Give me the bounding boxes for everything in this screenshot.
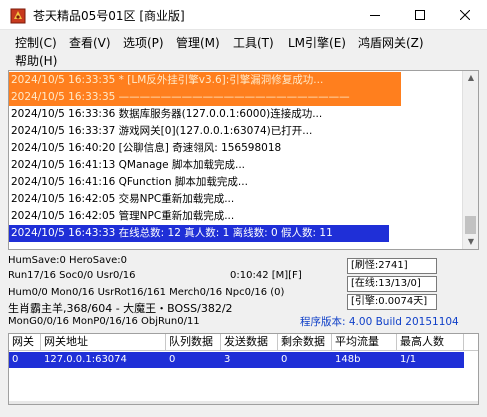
log-line-selected[interactable]: 2024/10/5 16:43:33 在线总数: 12 真人数: 1 离线数: … bbox=[9, 225, 389, 242]
menu-tools[interactable]: 工具(T) bbox=[233, 34, 274, 51]
log-line[interactable]: 2024/10/5 16:41:16 QFunction 脚本加载完成... bbox=[11, 174, 248, 191]
scroll-thumb[interactable] bbox=[465, 216, 476, 234]
table-cell: 0 bbox=[169, 354, 176, 365]
monster-refresh-box: [刷怪:2741] bbox=[347, 258, 437, 274]
engine-uptime-box: [引擎:0.0074天] bbox=[347, 294, 437, 310]
table-header: 网关 网关地址 队列数据 发送数据 剩余数据 平均流量 最高人数 bbox=[9, 334, 478, 351]
maximize-button[interactable] bbox=[397, 0, 442, 30]
log-panel[interactable]: 2024/10/5 16:33:35 * [LM反外挂引擎v3.6]:引擎漏洞修… bbox=[8, 70, 479, 250]
table-cell: 3 bbox=[224, 354, 231, 365]
table-scrollbar[interactable] bbox=[9, 401, 478, 404]
status-hum: Hum0/0 Mon0/16 UsrRot16/161 Merch0/16 Np… bbox=[8, 287, 285, 298]
status-uptime: 0:10:42 [M][F] bbox=[230, 270, 302, 281]
close-button[interactable] bbox=[442, 0, 487, 30]
log-line[interactable]: 2024/10/5 16:40:20 [公聊信息] 奇速翎风: 15659801… bbox=[11, 140, 281, 157]
minimize-button[interactable] bbox=[352, 0, 397, 30]
log-line[interactable]: 2024/10/5 16:33:37 游戏网关[0](127.0.0.1:630… bbox=[11, 123, 312, 140]
online-count-box: [在线:13/13/0] bbox=[347, 276, 437, 292]
title-bar[interactable]: 苍天精品05号01区 [商业版] bbox=[0, 0, 487, 30]
column-header[interactable]: 网关地址 bbox=[41, 334, 166, 351]
menu-bar: 控制(C) 查看(V) 选项(P) 管理(M) 工具(T) LM引擎(E) 鸿盾… bbox=[0, 30, 487, 68]
close-icon bbox=[459, 10, 470, 20]
table-cell: 148b bbox=[335, 354, 361, 365]
log-line[interactable]: 2024/10/5 16:42:05 管理NPC重新加载完成... bbox=[11, 208, 234, 225]
log-scrollbar[interactable]: ▲ ▼ bbox=[462, 71, 478, 249]
log-line[interactable]: 2024/10/5 16:33:35 —————————————————————… bbox=[9, 89, 401, 106]
minimize-icon bbox=[369, 15, 380, 16]
menu-manage[interactable]: 管理(M) bbox=[176, 34, 220, 51]
status-run: Run17/16 Soc0/0 Usr0/16 bbox=[8, 270, 136, 281]
menu-options[interactable]: 选项(P) bbox=[123, 34, 164, 51]
table-row[interactable]: 0 127.0.0.1:63074 0 3 0 148b 1/1 bbox=[9, 352, 464, 368]
log-line[interactable]: 2024/10/5 16:41:13 QManage 脚本加载完成... bbox=[11, 157, 245, 174]
menu-lm-engine[interactable]: LM引擎(E) bbox=[288, 34, 346, 51]
column-header[interactable]: 最高人数 bbox=[397, 334, 464, 351]
column-header[interactable]: 队列数据 bbox=[166, 334, 221, 351]
version-label: 程序版本: 4.00 Build 20151104 bbox=[300, 316, 459, 328]
menu-view[interactable]: 查看(V) bbox=[69, 34, 111, 51]
table-cell: 0 bbox=[12, 354, 19, 365]
status-save: HumSave:0 HeroSave:0 bbox=[8, 255, 128, 266]
log-line[interactable]: 2024/10/5 16:42:05 交易NPC重新加载完成... bbox=[11, 191, 234, 208]
menu-hongdun-gateway[interactable]: 鸿盾网关(Z) bbox=[358, 34, 424, 51]
table-cell: 1/1 bbox=[400, 354, 417, 365]
menu-control[interactable]: 控制(C) bbox=[15, 34, 57, 51]
menu-help[interactable]: 帮助(H) bbox=[15, 52, 57, 69]
maximize-icon bbox=[414, 10, 425, 20]
log-line[interactable]: 2024/10/5 16:33:35 * [LM反外挂引擎v3.6]:引擎漏洞修… bbox=[9, 72, 401, 89]
column-header[interactable]: 剩余数据 bbox=[278, 334, 332, 351]
table-cell: 0 bbox=[281, 354, 288, 365]
gateway-table[interactable]: 网关 网关地址 队列数据 发送数据 剩余数据 平均流量 最高人数 0 127.0… bbox=[8, 333, 479, 405]
app-icon bbox=[10, 8, 26, 24]
scroll-up-icon[interactable]: ▲ bbox=[466, 73, 476, 83]
status-mon: MonG0/0/16 MonP0/16/16 ObjRun0/11 bbox=[8, 316, 200, 327]
status-boss: 生肖霸主羊,368/604 - 大魔王・BOSS/382/2 bbox=[8, 302, 233, 315]
window-title: 苍天精品05号01区 [商业版] bbox=[33, 9, 185, 23]
main-window: 苍天精品05号01区 [商业版] 控制(C) 查看(V) 选项(P) 管理(M)… bbox=[0, 0, 487, 417]
log-line[interactable]: 2024/10/5 16:33:36 数据库服务器(127.0.0.1:6000… bbox=[11, 106, 322, 123]
table-cell: 127.0.0.1:63074 bbox=[44, 354, 127, 365]
scroll-down-icon[interactable]: ▼ bbox=[466, 237, 476, 247]
column-header[interactable]: 平均流量 bbox=[332, 334, 397, 351]
column-header[interactable]: 发送数据 bbox=[221, 334, 278, 351]
column-header[interactable]: 网关 bbox=[9, 334, 41, 351]
